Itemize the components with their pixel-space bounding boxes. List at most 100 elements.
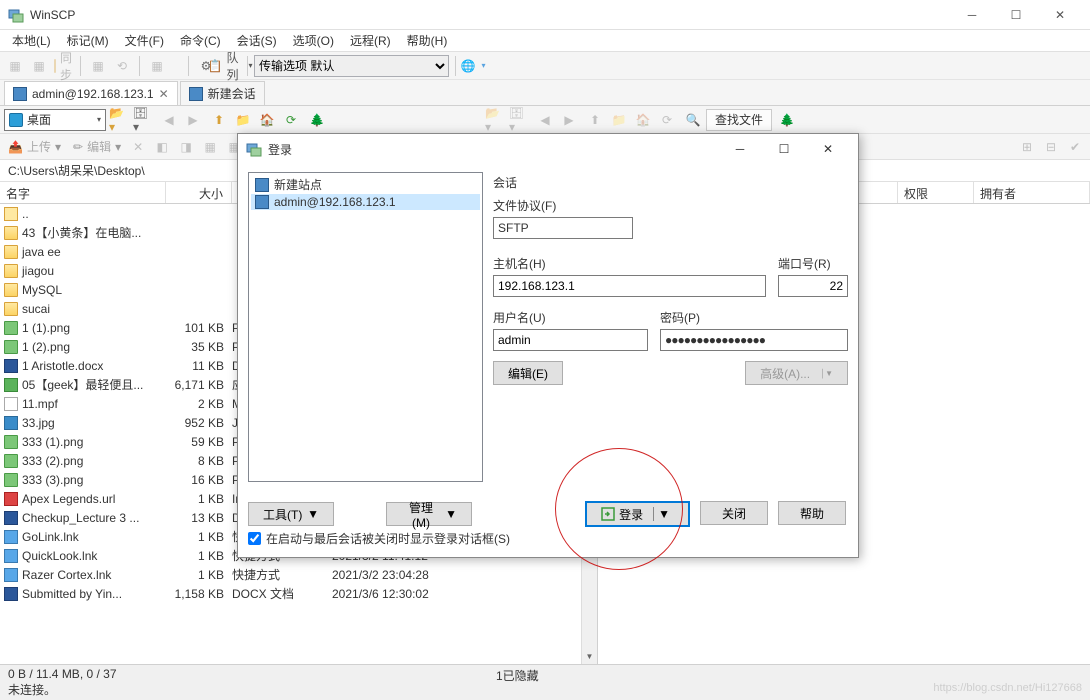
- tb-icon-1: ▦: [4, 55, 26, 77]
- nav-r1: 📂▾: [484, 109, 506, 131]
- eb-1: ◧: [151, 136, 173, 158]
- app-icon: [8, 7, 24, 23]
- tb-globe-icon[interactable]: 🌐▾: [462, 55, 484, 77]
- search-icon[interactable]: 🔍: [682, 109, 704, 131]
- tools-button[interactable]: 工具(T)▼: [248, 502, 334, 526]
- eb-r3: ✔: [1064, 136, 1086, 158]
- location-text: 桌面: [27, 111, 51, 128]
- tab-label: admin@192.168.123.1: [32, 87, 154, 101]
- file-icon: [4, 264, 18, 278]
- dlg-minimize-button[interactable]: ─: [718, 134, 762, 164]
- eb-r1: ⊞: [1016, 136, 1038, 158]
- col-owner[interactable]: 拥有者: [974, 182, 1090, 203]
- menubar: 本地(L)标记(M)文件(F)命令(C)会话(S)选项(O)远程(R)帮助(H): [0, 30, 1090, 52]
- saved-site-item[interactable]: admin@192.168.123.1: [251, 194, 480, 210]
- dlg-maximize-button[interactable]: ☐: [762, 134, 806, 164]
- nav-filter-icon[interactable]: 🗄▾: [132, 109, 154, 131]
- nav-r3: ◀: [534, 109, 556, 131]
- close-login-button[interactable]: 关闭: [700, 501, 768, 525]
- menu-item[interactable]: 命令(C): [172, 30, 229, 51]
- login-icon: [601, 507, 615, 521]
- nav-fwd-icon: ▶: [182, 109, 204, 131]
- nav-refresh-icon[interactable]: ⟳: [280, 109, 302, 131]
- dlg-close-button[interactable]: ✕: [806, 134, 850, 164]
- file-icon: [4, 283, 18, 297]
- port-label: 端口号(R): [778, 255, 848, 272]
- login-dialog: 登录 ─ ☐ ✕ 新建站点 admin@192.168.123.1 会话 文件协…: [237, 133, 859, 558]
- scroll-down-icon[interactable]: ▼: [582, 648, 597, 664]
- eb-2: ◨: [175, 136, 197, 158]
- login-button[interactable]: 登录▼: [585, 501, 690, 527]
- file-icon: [4, 397, 18, 411]
- file-icon: [4, 473, 18, 487]
- manage-button[interactable]: 管理(M)▼: [386, 502, 472, 526]
- menu-item[interactable]: 远程(R): [342, 30, 399, 51]
- main-toolbar: ▦ ▦ 同步 ▦ ⟲ ▦ ⚙ 📋队列▾ 传输选项 默认 🌐▾: [0, 52, 1090, 80]
- show-on-startup-checkbox[interactable]: [248, 532, 261, 545]
- nav-parent-icon[interactable]: 📁: [232, 109, 254, 131]
- transfer-options-select[interactable]: 传输选项 默认: [254, 55, 449, 77]
- protocol-select[interactable]: SFTP: [493, 217, 633, 239]
- help-button[interactable]: 帮助: [778, 501, 846, 525]
- menu-item[interactable]: 选项(O): [285, 30, 342, 51]
- file-icon: [4, 511, 18, 525]
- file-icon: [4, 359, 18, 373]
- session-icon: [13, 87, 27, 101]
- col-name[interactable]: 名字: [0, 182, 166, 203]
- file-icon: [4, 416, 18, 430]
- queue-button[interactable]: 📋队列▾: [219, 55, 241, 77]
- session-section-label: 会话: [493, 174, 848, 191]
- tab-label: 新建会话: [208, 85, 256, 102]
- username-input[interactable]: [493, 329, 648, 351]
- statusbar: 0 B / 11.4 MB, 0 / 37 1已隐藏 未连接。: [0, 664, 1090, 700]
- close-button[interactable]: ✕: [1038, 0, 1082, 30]
- edit-site-button[interactable]: 编辑(E): [493, 361, 563, 385]
- nav-tree-icon[interactable]: 🌲: [306, 109, 328, 131]
- nav-tree2-icon[interactable]: 🌲: [776, 109, 798, 131]
- window-title: WinSCP: [30, 8, 75, 22]
- password-input[interactable]: ●●●●●●●●●●●●●●●●: [660, 329, 848, 351]
- hidden-status: 1已隐藏: [496, 667, 539, 684]
- tb-icon-4: ⟲: [111, 55, 133, 77]
- file-icon: [4, 587, 18, 601]
- tab-close-icon[interactable]: ✕: [159, 87, 169, 101]
- location-combo[interactable]: 桌面 ▾: [4, 109, 106, 131]
- edit-button: ✏ 编辑 ▾: [69, 138, 125, 155]
- site-icon: [255, 195, 269, 209]
- connection-status: 未连接。: [8, 681, 56, 698]
- advanced-button[interactable]: 高级(A)...│▼: [745, 361, 848, 385]
- tab-new-session[interactable]: 新建会话: [180, 81, 265, 105]
- login-dialog-icon: [246, 141, 262, 157]
- nav-home-icon[interactable]: 🏠: [256, 109, 278, 131]
- tab-session-1[interactable]: admin@192.168.123.1 ✕: [4, 81, 178, 105]
- maximize-button[interactable]: ☐: [994, 0, 1038, 30]
- col-size[interactable]: 大小: [166, 182, 232, 203]
- minimize-button[interactable]: ─: [950, 0, 994, 30]
- new-site-item[interactable]: 新建站点: [251, 175, 480, 194]
- nav-r8: ⟳: [656, 109, 678, 131]
- nav-open-icon[interactable]: 📂▾: [108, 109, 130, 131]
- site-icon: [255, 178, 269, 192]
- file-icon: [4, 245, 18, 259]
- selection-status: 0 B / 11.4 MB, 0 / 37: [8, 667, 117, 681]
- col-perm[interactable]: 权限: [898, 182, 974, 203]
- file-icon: [4, 568, 18, 582]
- file-icon: [4, 321, 18, 335]
- password-label: 密码(P): [660, 309, 848, 326]
- port-input[interactable]: [778, 275, 848, 297]
- upload-button: 📤 上传 ▾: [4, 138, 65, 155]
- file-row[interactable]: Razer Cortex.lnk1 KB快捷方式2021/3/2 23:04:2…: [0, 565, 597, 584]
- menu-item[interactable]: 文件(F): [117, 30, 172, 51]
- site-tree[interactable]: 新建站点 admin@192.168.123.1: [248, 172, 483, 482]
- file-row[interactable]: Submitted by Yin...1,158 KBDOCX 文档2021/3…: [0, 584, 597, 603]
- menu-item[interactable]: 本地(L): [4, 30, 59, 51]
- tb-icon-2: ▦: [28, 55, 50, 77]
- file-icon: [4, 454, 18, 468]
- nav-r4: ▶: [558, 109, 580, 131]
- file-icon: [4, 207, 18, 221]
- host-input[interactable]: [493, 275, 766, 297]
- find-files-button[interactable]: 查找文件: [706, 109, 772, 131]
- file-icon: [4, 302, 18, 316]
- menu-item[interactable]: 帮助(H): [399, 30, 456, 51]
- nav-up-icon[interactable]: ⬆: [208, 109, 230, 131]
